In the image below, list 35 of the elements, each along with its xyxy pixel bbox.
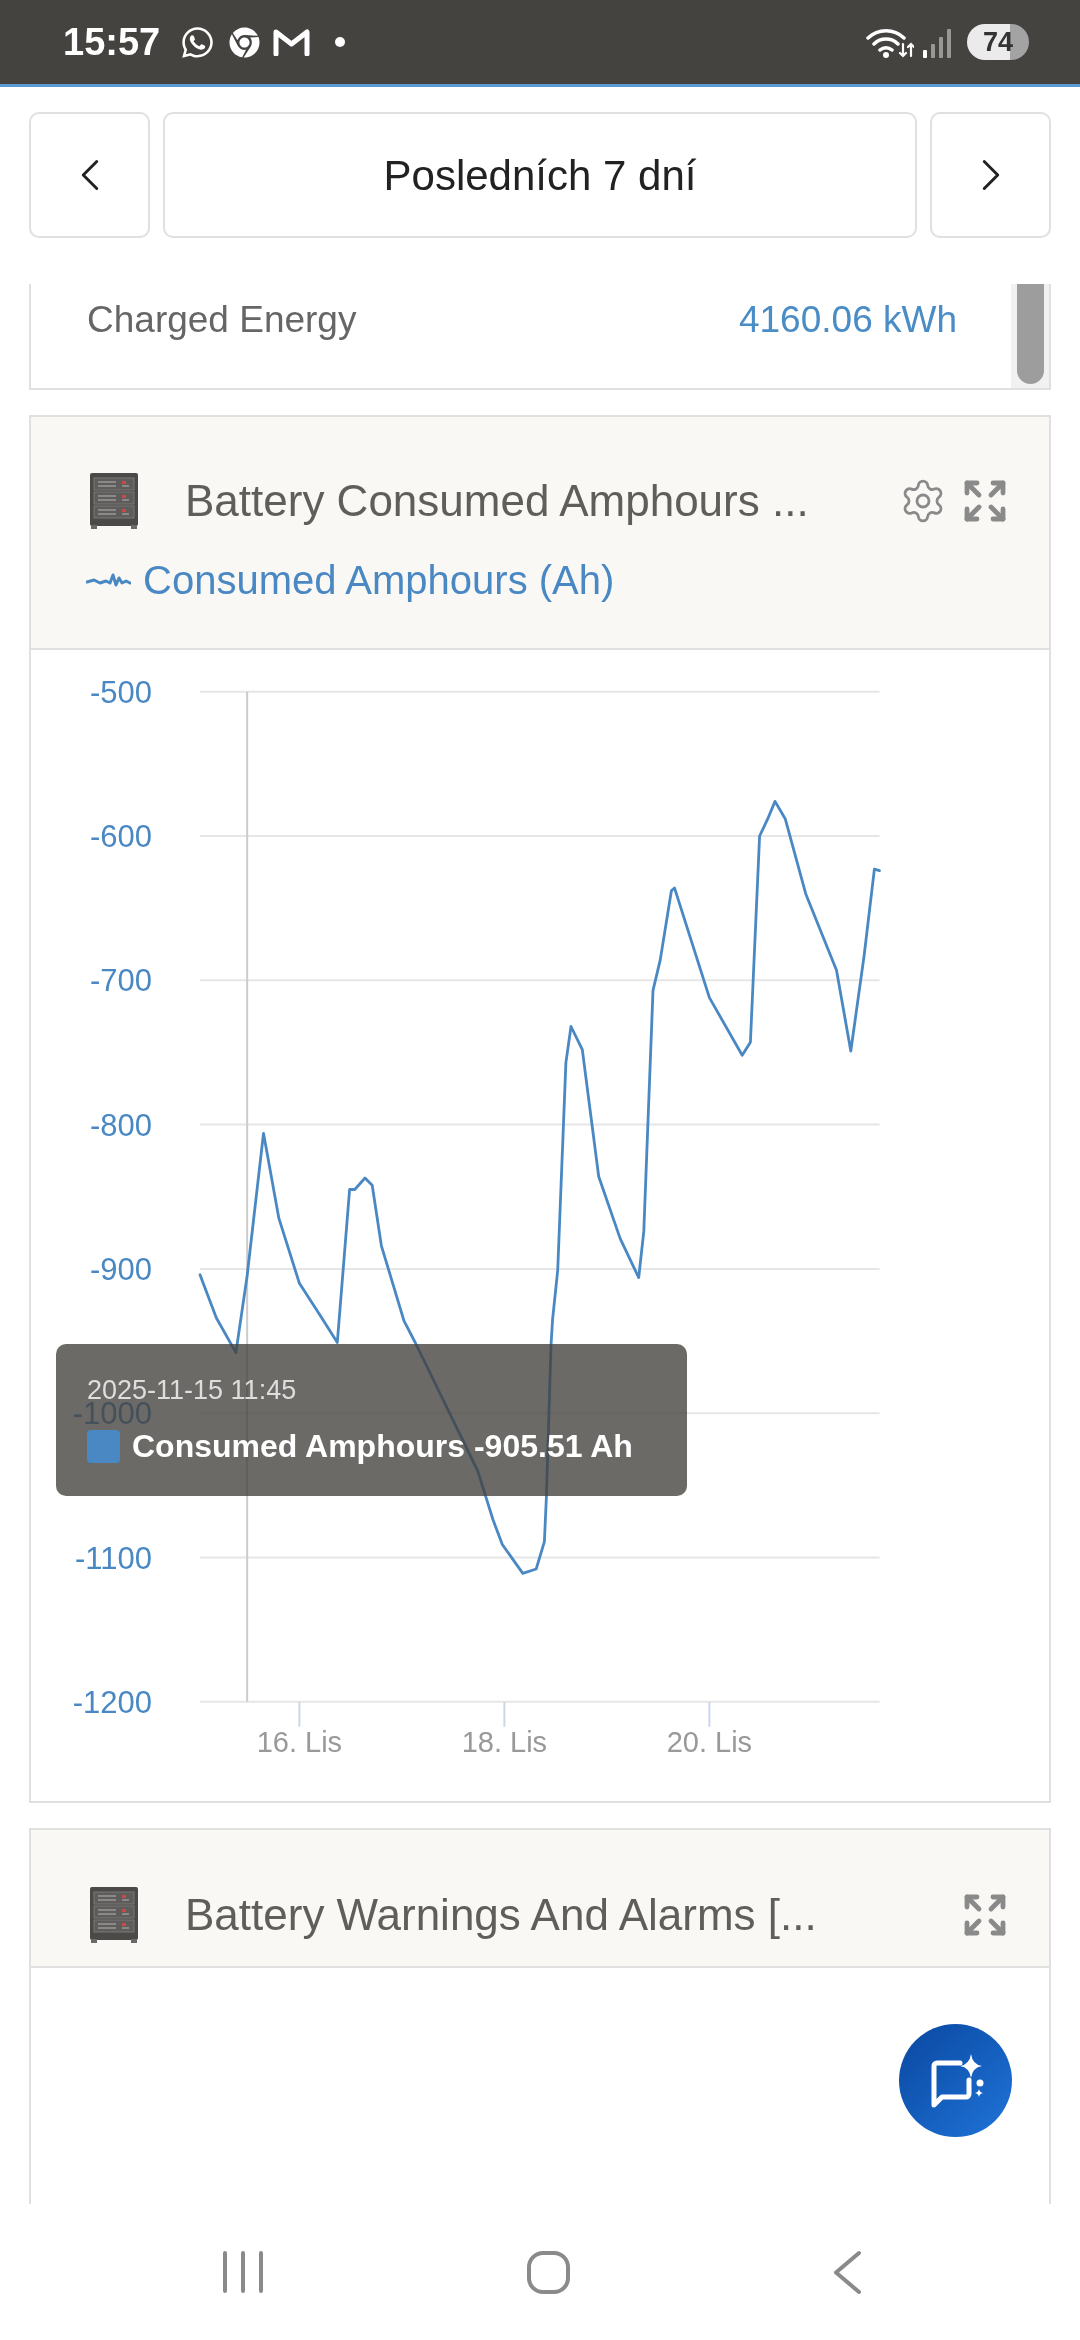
widget-title: Battery Consumed Amphours ... — [185, 475, 810, 527]
x-axis-label: 18. Lis — [461, 1726, 548, 1758]
y-axis-label: -500 — [89, 674, 152, 710]
wifi-icon — [866, 26, 914, 58]
status-time: 15:57 — [63, 23, 161, 61]
browser-icon — [229, 26, 261, 58]
back-icon[interactable] — [832, 2249, 862, 2295]
x-axis-tick — [708, 1700, 711, 1728]
rack-icon — [90, 473, 138, 529]
y-axis-label: -900 — [89, 1251, 152, 1287]
y-axis-label: -1100 — [75, 1540, 152, 1576]
line-series-icon — [86, 572, 131, 588]
rack-icon — [90, 1887, 138, 1943]
recent-apps-icon[interactable] — [222, 2251, 264, 2293]
y-axis-label: -600 — [89, 819, 152, 854]
x-axis-tick — [503, 1700, 506, 1728]
y-axis-label: -700 — [89, 963, 152, 999]
y-axis-label: -800 — [89, 1107, 152, 1143]
x-axis-label: 20. Lis — [666, 1726, 753, 1758]
chat-phone-icon — [180, 24, 216, 60]
stat-label: Charged Energy — [87, 298, 357, 342]
home-icon[interactable] — [525, 2249, 571, 2295]
dot-icon — [335, 37, 346, 47]
signal-icon — [922, 26, 954, 58]
y-axis-label: -1200 — [72, 1684, 152, 1720]
period-button[interactable]: Posledních 7 dní — [163, 112, 917, 238]
x-axis-label: 16. Lis — [256, 1726, 343, 1758]
stat-value: 4160.06 kWh — [738, 298, 957, 342]
tooltip-value: Consumed Amphours -905.51 Ah — [132, 1427, 633, 1466]
x-axis-tick — [298, 1700, 301, 1728]
widget-title: Battery Warnings And Alarms [... — [185, 1889, 818, 1941]
mail-icon — [273, 28, 311, 56]
battery-badge: 74 — [967, 24, 1029, 60]
legend-label[interactable]: Consumed Amphours (Ah) — [143, 556, 615, 604]
color-swatch-icon — [87, 1429, 120, 1463]
